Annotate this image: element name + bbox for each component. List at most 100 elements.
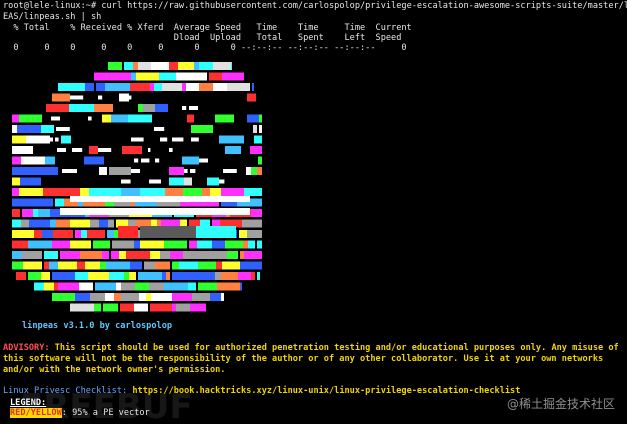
logo-art-block bbox=[75, 272, 88, 280]
logo-art-block bbox=[198, 282, 217, 291]
logo-art-block bbox=[70, 303, 94, 312]
logo-art-block bbox=[19, 188, 23, 196]
checklist-url[interactable]: https://book.hacktricks.xyz/linux-unix/l… bbox=[127, 386, 520, 396]
logo-art-block bbox=[205, 62, 213, 70]
logo-art-block bbox=[122, 146, 142, 154]
logo-art-block bbox=[164, 240, 187, 249]
logo-art-block bbox=[213, 62, 231, 70]
logo-art-block bbox=[121, 293, 139, 301]
logo-art-block bbox=[34, 230, 42, 238]
logo-art-block bbox=[12, 251, 22, 259]
logo-art-block bbox=[12, 230, 34, 238]
logo-art-block bbox=[144, 261, 155, 270]
logo-art-block bbox=[172, 272, 191, 280]
logo-art-block bbox=[58, 83, 72, 91]
logo-art-block bbox=[210, 188, 221, 196]
logo-art-block bbox=[52, 272, 75, 280]
privesc-checklist: Linux Privesc Checklist: https://book.ha… bbox=[3, 386, 520, 397]
logo-art-block bbox=[253, 125, 257, 133]
logo-art-block bbox=[219, 135, 244, 144]
logo-art-block bbox=[221, 293, 224, 301]
logo-art-block bbox=[80, 251, 102, 259]
logo-art-block bbox=[154, 83, 162, 91]
logo-art-block bbox=[165, 188, 183, 196]
logo-art-block bbox=[55, 198, 64, 207]
logo-art-block bbox=[72, 148, 83, 152]
logo-art-block bbox=[154, 127, 165, 131]
logo-art-block bbox=[169, 177, 184, 186]
logo-art-block bbox=[12, 188, 19, 196]
logo-art-block bbox=[35, 167, 58, 175]
logo-art-block bbox=[75, 293, 90, 301]
logo-art-block bbox=[51, 116, 60, 121]
logo-art-block bbox=[85, 261, 100, 270]
logo-art-block bbox=[259, 125, 262, 133]
logo-art-block bbox=[223, 169, 237, 173]
logo-art-block bbox=[239, 230, 247, 238]
logo-art-block bbox=[114, 293, 121, 301]
logo-art-block bbox=[155, 104, 168, 112]
logo-art-block bbox=[110, 72, 131, 81]
logo-art-block bbox=[134, 158, 139, 163]
logo-art-block bbox=[42, 230, 53, 238]
logo-art-block bbox=[160, 251, 170, 259]
logo-art-block bbox=[44, 282, 54, 291]
logo-art-block bbox=[170, 251, 183, 259]
logo-art-block bbox=[184, 177, 192, 186]
logo-art-block bbox=[131, 72, 136, 81]
logo-art-block bbox=[246, 167, 251, 175]
logo-art-block bbox=[140, 240, 164, 249]
logo-art-block bbox=[84, 156, 104, 165]
logo-art-block bbox=[178, 62, 194, 70]
logo-art-block bbox=[244, 188, 259, 196]
logo-art-block bbox=[149, 179, 161, 184]
logo-art-block bbox=[27, 261, 42, 270]
logo-art-block bbox=[61, 135, 71, 144]
logo-art-block bbox=[252, 83, 254, 91]
logo-art-block bbox=[184, 169, 188, 173]
logo-art-block bbox=[148, 148, 151, 152]
logo-art-block bbox=[80, 188, 89, 196]
logo-art-block bbox=[98, 148, 112, 152]
logo-art-block bbox=[88, 272, 109, 280]
logo-art-block bbox=[28, 272, 41, 280]
logo-art-block bbox=[12, 146, 33, 154]
logo-art-block bbox=[172, 261, 179, 270]
logo-art-block bbox=[166, 272, 170, 280]
checklist-label: Linux Privesc Checklist: bbox=[3, 386, 128, 396]
logo-art-block bbox=[182, 83, 186, 91]
logo-art-block bbox=[238, 272, 251, 280]
logo-art-block bbox=[119, 93, 129, 102]
logo-art-block bbox=[12, 135, 26, 144]
logo-art-block bbox=[121, 282, 135, 291]
logo-art-block bbox=[12, 219, 21, 228]
logo-art-block bbox=[140, 226, 200, 238]
logo-art-block bbox=[151, 62, 169, 70]
logo-art-block bbox=[194, 72, 207, 81]
logo-art-block bbox=[219, 179, 225, 184]
logo-art-block bbox=[84, 282, 93, 291]
logo-art-block bbox=[150, 251, 160, 259]
legend-red-yellow-tag: RED/YELLOW bbox=[10, 408, 62, 418]
logo-art-block bbox=[192, 293, 204, 301]
logo-art-block bbox=[120, 303, 134, 312]
logo-art-block bbox=[138, 272, 162, 280]
logo-art-block bbox=[169, 148, 173, 152]
logo-art-block bbox=[62, 169, 77, 173]
logo-art-block bbox=[189, 106, 198, 110]
logo-art-block bbox=[50, 219, 56, 228]
logo-art-block bbox=[213, 83, 227, 91]
logo-art-block bbox=[75, 230, 81, 238]
logo-art-block bbox=[133, 62, 138, 70]
terminal-window[interactable]: root@lele-linux:~# curl https://raw.gith… bbox=[0, 0, 627, 424]
logo-art-block bbox=[23, 261, 27, 270]
logo-art-block bbox=[149, 282, 164, 291]
logo-art-block bbox=[108, 62, 122, 70]
logo-art-block bbox=[23, 188, 43, 196]
logo-art-block bbox=[116, 282, 121, 291]
logo-art-block bbox=[12, 167, 35, 175]
logo-art-block bbox=[129, 95, 132, 100]
logo-art-block bbox=[22, 209, 33, 217]
logo-art-block bbox=[191, 137, 199, 142]
logo-art-block bbox=[244, 251, 262, 259]
